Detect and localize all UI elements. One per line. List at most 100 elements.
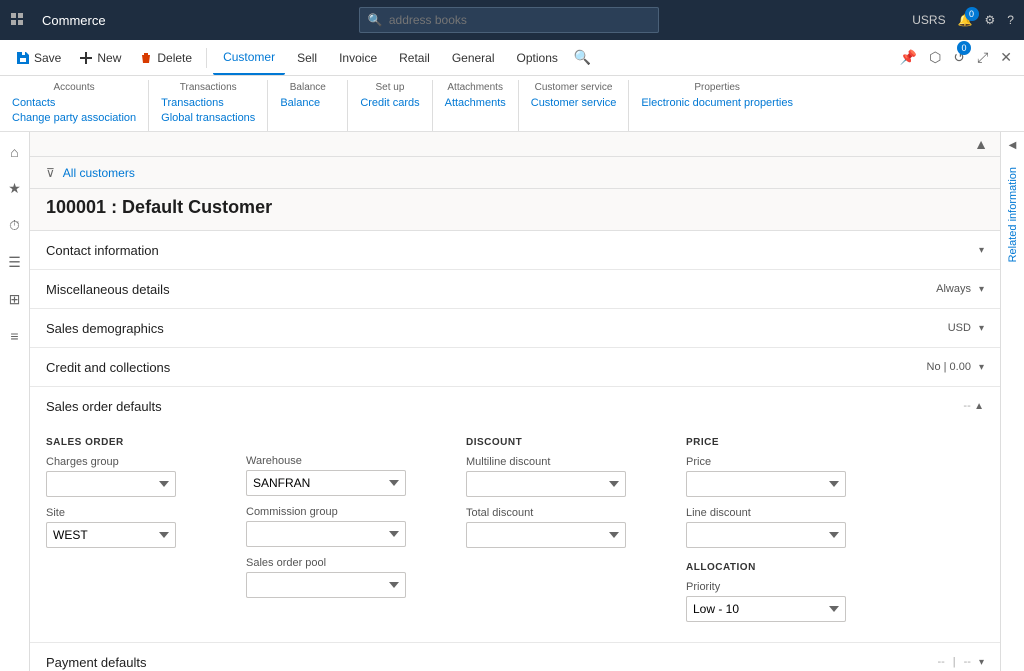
accordion-header-sales-order[interactable]: Sales order defaults -- ▲ <box>30 387 1000 425</box>
price-select[interactable] <box>686 471 846 497</box>
multiline-discount-select[interactable] <box>466 471 626 497</box>
setup-group-title: Set up <box>360 82 419 93</box>
charges-group-label: Charges group <box>46 456 226 468</box>
refresh-button[interactable]: 0↺ <box>949 45 969 70</box>
accordion-header-misc[interactable]: Miscellaneous details Always ▾ <box>30 270 1000 308</box>
commission-group-select[interactable] <box>246 521 406 547</box>
customer-title: 100001 : Default Customer <box>46 197 272 217</box>
right-panel-label[interactable]: Related information <box>1007 167 1019 262</box>
line-discount-label: Line discount <box>686 507 886 519</box>
ribbon-menu: Accounts Contacts Change party associati… <box>0 76 1024 132</box>
grid-icon[interactable] <box>10 12 26 28</box>
pin-button[interactable]: 📌 <box>896 45 921 70</box>
section-credit-collections: Credit and collections No | 0.00 ▾ <box>30 348 1000 387</box>
credit-cards-link[interactable]: Credit cards <box>360 97 419 109</box>
attachments-group-title: Attachments <box>445 82 506 93</box>
electronic-doc-link[interactable]: Electronic document properties <box>641 97 793 109</box>
sidebar-home-icon[interactable]: ⌂ <box>6 140 22 164</box>
search-input[interactable] <box>389 13 650 27</box>
tab-sell[interactable]: Sell <box>287 40 327 75</box>
section-payment-defaults: Payment defaults -- | -- ▾ <box>30 643 1000 671</box>
new-button[interactable]: New <box>71 47 129 69</box>
main-layout: ⌂ ★ ⏱ ☰ ⊞ ≡ ▲ ⊽ All customers 100001 : D… <box>0 132 1024 671</box>
commission-group-field: Commission group <box>246 506 446 547</box>
transactions-link[interactable]: Transactions <box>161 97 255 109</box>
notification-bell[interactable]: 🔔 0 <box>958 13 973 27</box>
discount-subgroup-title: DISCOUNT <box>466 437 666 448</box>
sales-order-subgroup-title: SALES ORDER <box>46 437 226 448</box>
payment-dashes2: | <box>953 656 956 668</box>
accordion-header-sales-demo[interactable]: Sales demographics USD ▾ <box>30 309 1000 347</box>
attachments-link[interactable]: Attachments <box>445 97 506 109</box>
sidebar-grid-icon[interactable]: ⊞ <box>5 287 25 312</box>
multiline-discount-field: Multiline discount <box>466 456 666 497</box>
section-sales-demographics: Sales demographics USD ▾ <box>30 309 1000 348</box>
search-ribbon-icon[interactable]: 🔍 <box>574 49 591 66</box>
close-button[interactable]: ✕ <box>996 45 1016 70</box>
sales-order-pool-select[interactable] <box>246 572 406 598</box>
tab-general[interactable]: General <box>442 40 505 75</box>
warehouse-select[interactable]: SANFRAN <box>246 470 406 496</box>
search-bar[interactable]: 🔍 <box>359 7 659 33</box>
tab-customer[interactable]: Customer <box>213 40 285 75</box>
site-select[interactable]: WEST <box>46 522 176 548</box>
app-name: Commerce <box>42 13 106 28</box>
line-discount-field: Line discount <box>686 507 886 548</box>
accordion-title-sales-order: Sales order defaults <box>46 399 963 414</box>
priority-select[interactable]: Low - 10 Medium - 5 High - 1 <box>686 596 846 622</box>
collapse-button[interactable]: ▲ <box>970 134 992 154</box>
global-transactions-link[interactable]: Global transactions <box>161 112 255 124</box>
ribbon-separator <box>206 48 207 68</box>
charges-group-field: Charges group <box>46 456 226 497</box>
ribbon-right-actions: 📌 ⬡ 0↺ ⤢ ✕ <box>896 45 1016 70</box>
right-panel-expand-arrow[interactable]: ◀ <box>1009 140 1017 151</box>
site-field: Site WEST <box>46 507 226 548</box>
filter-icon[interactable]: ⊽ <box>46 166 55 180</box>
total-discount-select[interactable] <box>466 522 626 548</box>
sidebar-clock-icon[interactable]: ⏱ <box>5 213 24 238</box>
customer-service-link[interactable]: Customer service <box>531 97 617 109</box>
sales-order-pool-label: Sales order pool <box>246 557 446 569</box>
collapse-bar: ▲ <box>30 132 1000 157</box>
content-area: ▲ ⊽ All customers 100001 : Default Custo… <box>30 132 1000 671</box>
ribbon-group-properties: Properties Electronic document propertie… <box>629 80 805 131</box>
priority-label: Priority <box>686 581 886 593</box>
search-icon: 🔍 <box>368 13 383 27</box>
sidebar-star-icon[interactable]: ★ <box>4 176 25 201</box>
ribbon-group-balance: Balance Balance <box>268 80 348 131</box>
contacts-link[interactable]: Contacts <box>12 97 136 109</box>
sidebar-list-icon[interactable]: ☰ <box>4 250 25 275</box>
restore-button[interactable]: ⤢ <box>973 45 992 70</box>
user-label: USRS <box>912 13 945 27</box>
price-label: Price <box>686 456 886 468</box>
accordion-title-payment: Payment defaults <box>46 655 937 670</box>
change-party-link[interactable]: Change party association <box>12 112 136 124</box>
tab-options[interactable]: Options <box>507 40 568 75</box>
balance-link[interactable]: Balance <box>280 97 335 109</box>
accordion-header-payment[interactable]: Payment defaults -- | -- ▾ <box>30 643 1000 671</box>
notification-count: 0 <box>965 7 979 21</box>
accordion-title-contact: Contact information <box>46 243 979 258</box>
save-button[interactable]: Save <box>8 47 69 69</box>
ribbon-group-transactions: Transactions Transactions Global transac… <box>149 80 268 131</box>
tab-retail[interactable]: Retail <box>389 40 440 75</box>
right-panel[interactable]: ◀ Related information <box>1000 132 1024 671</box>
payment-dashes3: -- <box>964 656 971 668</box>
charges-group-select[interactable] <box>46 471 176 497</box>
tab-invoice[interactable]: Invoice <box>329 40 387 75</box>
accordion-header-contact[interactable]: Contact information ▾ <box>30 231 1000 269</box>
sales-order-content: SALES ORDER Charges group Site WEST <box>30 425 1000 642</box>
top-bar: Commerce 🔍 USRS 🔔 0 ⚙ ? <box>0 0 1024 40</box>
delete-button[interactable]: Delete <box>131 47 200 69</box>
sidebar-menu-icon[interactable]: ≡ <box>6 324 22 348</box>
office-button[interactable]: ⬡ <box>925 45 945 70</box>
balance-group-title: Balance <box>280 82 335 93</box>
breadcrumb-link[interactable]: All customers <box>63 166 135 180</box>
commission-group-label: Commission group <box>246 506 446 518</box>
warehouse-label: Warehouse <box>246 455 446 467</box>
settings-icon[interactable]: ⚙ <box>985 13 996 27</box>
help-icon[interactable]: ? <box>1007 13 1014 27</box>
accordion-header-credit[interactable]: Credit and collections No | 0.00 ▾ <box>30 348 1000 386</box>
line-discount-select[interactable] <box>686 522 846 548</box>
total-discount-label: Total discount <box>466 507 666 519</box>
